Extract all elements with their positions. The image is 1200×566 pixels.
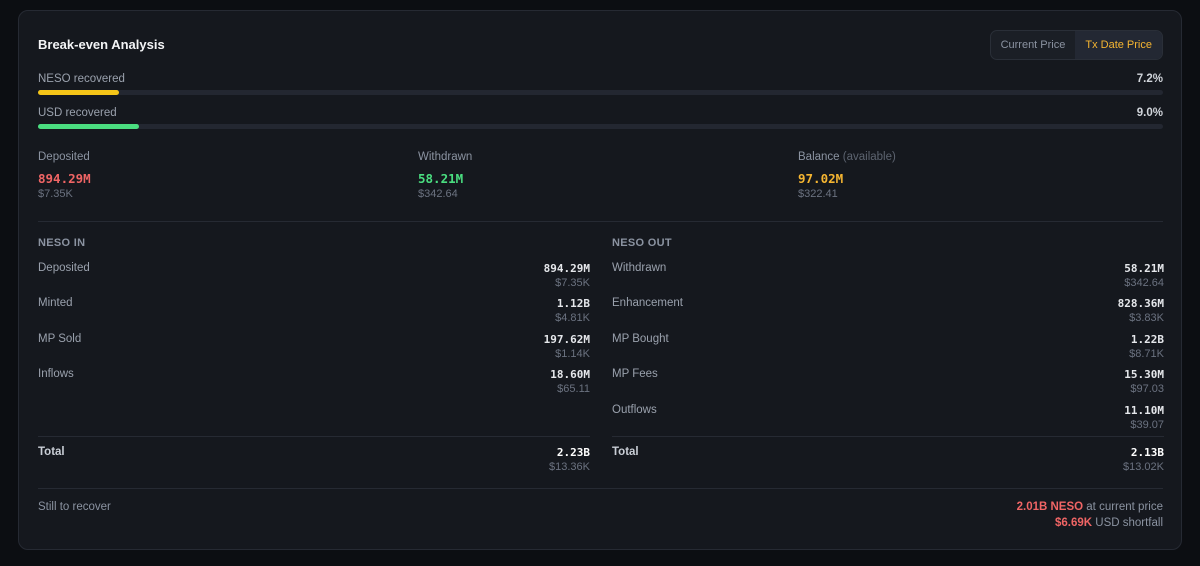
table-row: Minted 1.12B $4.81K xyxy=(38,295,590,329)
row-usd: $3.83K xyxy=(1129,312,1164,324)
row-value: 11.10M xyxy=(1124,404,1164,417)
divider xyxy=(38,221,1163,222)
usd-recovered-track xyxy=(38,124,1163,129)
row-label: Outflows xyxy=(612,404,657,416)
neso-shortfall: 2.01B NESO at current price xyxy=(1017,501,1163,513)
row-usd: $342.64 xyxy=(1124,277,1164,289)
row-label: Enhancement xyxy=(612,297,683,309)
row-value: 1.22B xyxy=(1130,333,1164,346)
neso-recovered-fill xyxy=(38,90,119,95)
table-row: Enhancement 828.36M $3.83K xyxy=(612,295,1164,329)
row-usd: $1.14K xyxy=(555,348,590,360)
total-row: Total 2.13B $13.02K xyxy=(612,444,1164,478)
neso-recovered-track xyxy=(38,90,1163,95)
row-usd: $4.81K xyxy=(555,312,590,324)
panel-title: Break-even Analysis xyxy=(38,37,165,52)
price-mode-toggle: Current Price Tx Date Price xyxy=(989,30,1163,60)
table-row: Withdrawn 58.21M $342.64 xyxy=(612,260,1164,294)
total-usd: $13.02K xyxy=(1123,461,1164,473)
neso-shortfall-suffix: at current price xyxy=(1083,501,1163,513)
summary-label: Balance (available) xyxy=(798,151,896,163)
summary-value: 58.21M xyxy=(418,171,464,186)
tx-date-price-option[interactable]: Tx Date Price xyxy=(1075,31,1162,59)
row-value: 828.36M xyxy=(1117,297,1164,310)
total-divider xyxy=(38,436,590,437)
row-label: MP Bought xyxy=(612,333,669,345)
row-label: Inflows xyxy=(38,368,74,380)
table-row: Outflows 11.10M $39.07 xyxy=(612,402,1164,436)
summary-usd: $7.35K xyxy=(38,188,73,200)
row-value: 18.60M xyxy=(550,368,590,381)
row-label: Minted xyxy=(38,297,73,309)
summary-deposited: Deposited 894.29M $7.35K xyxy=(38,151,398,200)
neso-in-section: NESO IN Deposited 894.29M $7.35K Minted … xyxy=(38,237,590,473)
summary-balance: Balance (available) 97.02M $322.41 xyxy=(798,151,1158,200)
summary-withdrawn: Withdrawn 58.21M $342.64 xyxy=(418,151,778,200)
usd-recovered-label: USD recovered xyxy=(38,107,117,119)
neso-recovered-percent: 7.2% xyxy=(1136,73,1163,85)
usd-shortfall-suffix: USD shortfall xyxy=(1092,517,1163,529)
current-price-option[interactable]: Current Price xyxy=(991,31,1076,59)
row-usd: $97.03 xyxy=(1130,383,1164,395)
total-usd: $13.36K xyxy=(549,461,590,473)
neso-out-section: NESO OUT Withdrawn 58.21M $342.64 Enhanc… xyxy=(612,237,1164,473)
summary-value: 894.29M xyxy=(38,171,91,186)
summary-label: Withdrawn xyxy=(418,151,473,163)
summary-usd: $342.64 xyxy=(418,188,458,200)
row-usd: $65.11 xyxy=(557,383,590,395)
neso-in-heading: NESO IN xyxy=(38,237,86,249)
usd-shortfall-value: $6.69K xyxy=(1054,517,1093,529)
row-label: Deposited xyxy=(38,262,90,274)
table-row: Deposited 894.29M $7.35K xyxy=(38,260,590,294)
row-label: MP Fees xyxy=(612,368,658,380)
total-value: 2.23B xyxy=(556,446,590,459)
total-divider xyxy=(612,436,1164,437)
total-label: Total xyxy=(612,446,639,458)
summary-sublabel: (available) xyxy=(842,151,896,163)
row-value: 894.29M xyxy=(543,262,590,275)
row-label: MP Sold xyxy=(38,333,82,345)
total-label: Total xyxy=(38,446,65,458)
neso-out-heading: NESO OUT xyxy=(612,237,672,249)
row-value: 58.21M xyxy=(1124,262,1164,275)
still-to-recover-label: Still to recover xyxy=(38,501,111,513)
row-usd: $7.35K xyxy=(555,277,590,289)
divider xyxy=(38,488,1163,489)
neso-recovered-label: NESO recovered xyxy=(38,73,125,85)
row-usd: $39.07 xyxy=(1130,419,1164,431)
row-label: Withdrawn xyxy=(612,262,667,274)
total-row: Total 2.23B $13.36K xyxy=(38,444,590,478)
usd-recovered-fill xyxy=(38,124,140,129)
total-value: 2.13B xyxy=(1130,446,1164,459)
table-row: MP Fees 15.30M $97.03 xyxy=(612,366,1164,400)
break-even-panel: Break-even Analysis Current Price Tx Dat… xyxy=(18,10,1182,550)
summary-usd: $322.41 xyxy=(798,188,838,200)
usd-shortfall: $6.69K USD shortfall xyxy=(1055,517,1163,529)
row-value: 1.12B xyxy=(556,297,590,310)
row-usd: $8.71K xyxy=(1129,348,1164,360)
usd-recovered-percent: 9.0% xyxy=(1136,107,1163,119)
table-row: Inflows 18.60M $65.11 xyxy=(38,366,590,400)
row-value: 197.62M xyxy=(543,333,590,346)
table-row: MP Bought 1.22B $8.71K xyxy=(612,331,1164,365)
summary-value: 97.02M xyxy=(798,171,844,186)
neso-shortfall-value: 2.01B NESO xyxy=(1016,501,1084,513)
row-value: 15.30M xyxy=(1124,368,1164,381)
table-row: MP Sold 197.62M $1.14K xyxy=(38,331,590,365)
summary-label: Deposited xyxy=(38,151,90,163)
